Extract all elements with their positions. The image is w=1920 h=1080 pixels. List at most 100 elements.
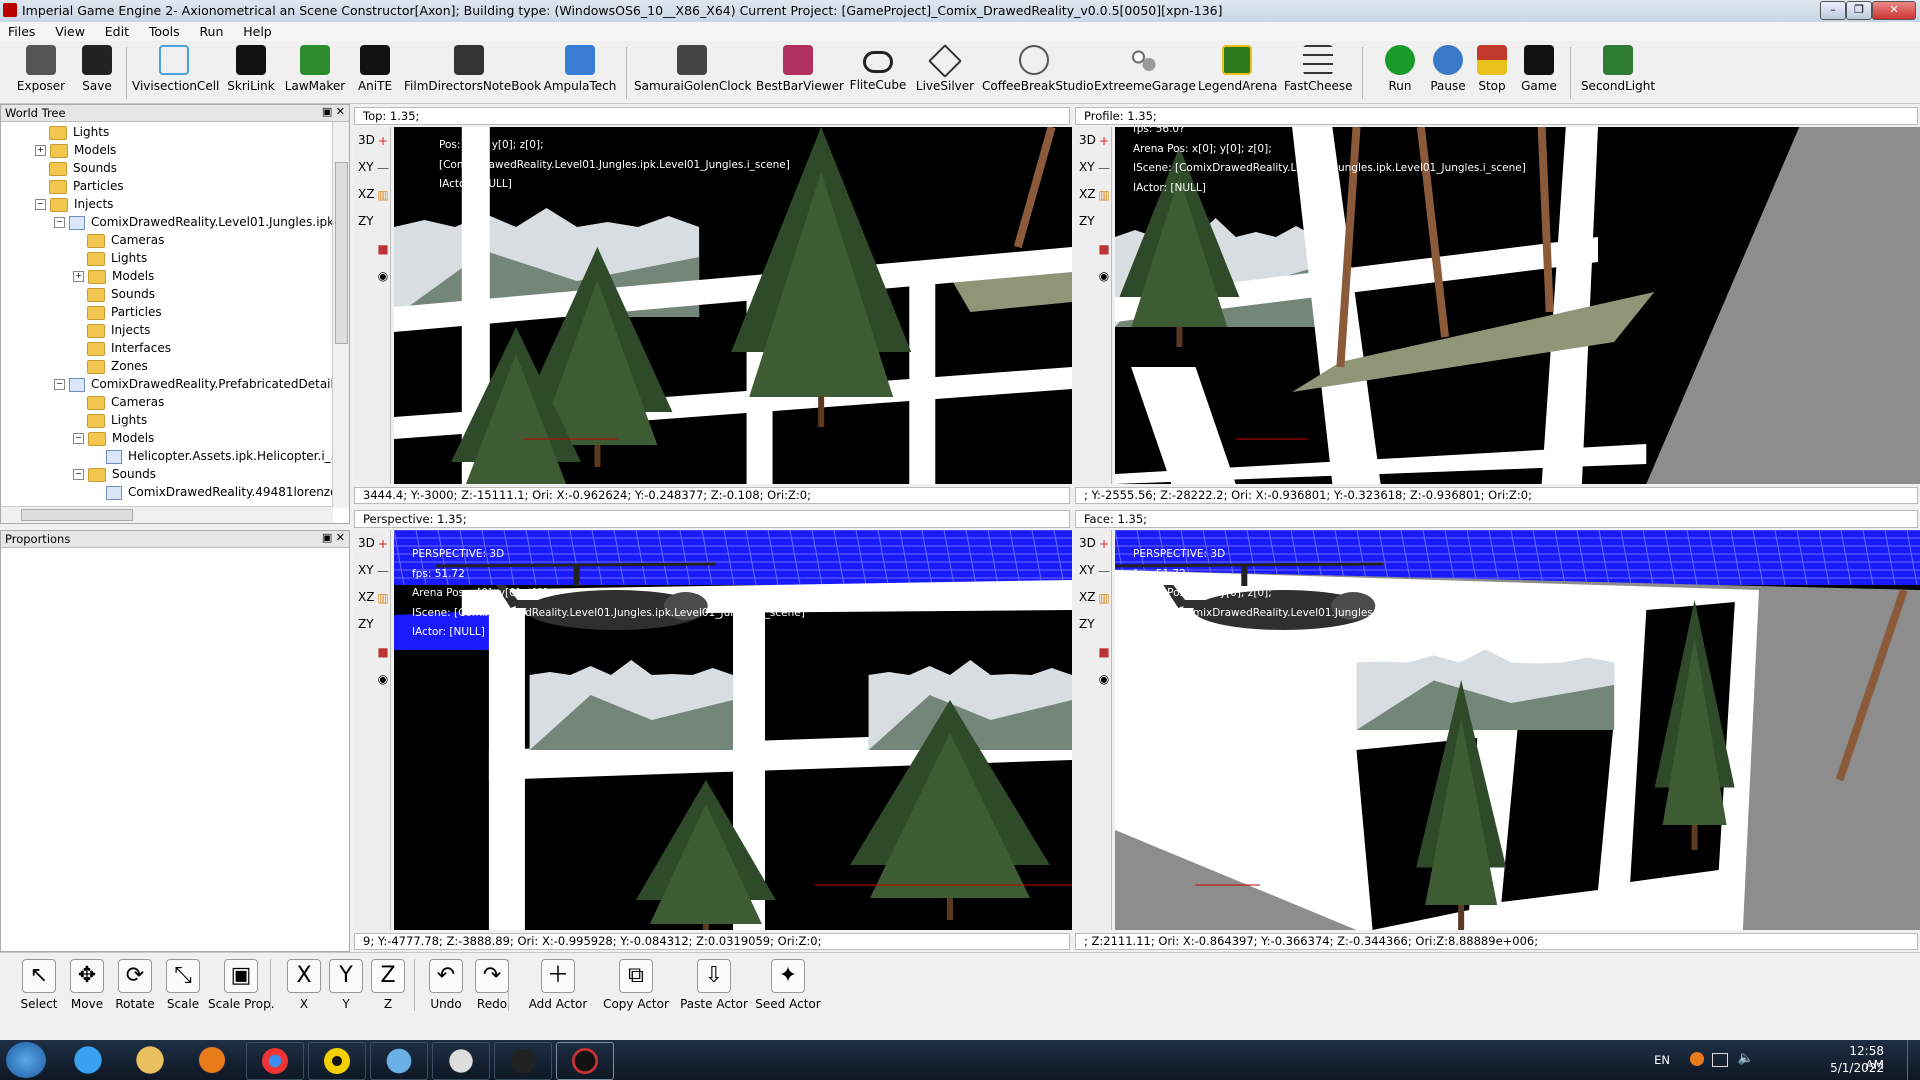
expand-icon[interactable]: +	[73, 271, 84, 282]
z-tool-button[interactable]: ZZ	[368, 959, 408, 1015]
menu-help[interactable]: Help	[235, 22, 280, 41]
view-zy-button[interactable]: ZY	[354, 611, 374, 638]
scroll-thumb[interactable]	[335, 162, 348, 344]
tree-node[interactable]: Particles	[49, 178, 124, 195]
seed-actor-tool-button[interactable]: ✦ Seed Actor	[752, 959, 824, 1015]
view-3d-button[interactable]: 3D	[1075, 530, 1096, 557]
delete-icon[interactable]: ▥	[376, 183, 390, 207]
taskbar-computer-icon[interactable]	[370, 1042, 428, 1080]
filmdirectorsnotebook-button[interactable]: FilmDirectorsNoteBook	[404, 45, 541, 103]
tree-node[interactable]: − ComixDrawedReality.Level01.Jungles.ipk.…	[54, 214, 333, 231]
save-button[interactable]: Save	[72, 45, 122, 103]
taskbar-console-icon[interactable]	[494, 1042, 552, 1080]
ampulatech-button[interactable]: AmpulaTech	[542, 45, 618, 103]
scale-prop-tool-button[interactable]: ▣ Scale Prop.	[208, 959, 275, 1015]
rotate-tool-button[interactable]: ⟳ Rotate	[112, 959, 158, 1015]
menu-files[interactable]: Files	[0, 22, 43, 41]
secondlight-button[interactable]: SecondLight	[1576, 45, 1660, 103]
menu-edit[interactable]: Edit	[97, 22, 137, 41]
scroll-thumb[interactable]	[21, 509, 133, 521]
viewport-scene[interactable]: Pos: x[0]; y[0]; z[0]; [ComixDrawedRealit…	[394, 127, 1072, 484]
anite-button[interactable]: AniTE	[352, 45, 398, 103]
copy-actor-tool-button[interactable]: ⧉ Copy Actor	[598, 959, 674, 1015]
menu-run[interactable]: Run	[191, 22, 231, 41]
view-xy-button[interactable]: XY	[1075, 154, 1095, 181]
tree-node[interactable]: − Sounds	[73, 466, 156, 483]
pause-button[interactable]: Pause	[1424, 45, 1472, 103]
view-zy-button[interactable]: ZY	[1075, 208, 1095, 235]
view-xz-button[interactable]: XZ	[354, 181, 374, 208]
viewport-scene[interactable]: fps: 56.0? Arena Pos: x[0]; y[0]; z[0]; IS…	[1115, 127, 1920, 484]
remove-icon[interactable]: —	[376, 156, 390, 180]
view-xz-button[interactable]: XZ	[1075, 584, 1095, 611]
move-tool-button[interactable]: ✥ Move	[64, 959, 110, 1015]
add-icon[interactable]: +	[1097, 532, 1111, 556]
record-icon[interactable]: ■	[1097, 640, 1111, 664]
menu-view[interactable]: View	[47, 22, 93, 41]
samuraigolenclock-button[interactable]: SamuraiGolenClock	[634, 45, 751, 103]
close-panel-button[interactable]: ✕	[336, 531, 345, 544]
collapse-icon[interactable]: −	[54, 217, 65, 228]
bestbarviewer-button[interactable]: BestBarViewer	[756, 45, 844, 103]
tree-node[interactable]: Injects	[87, 322, 150, 339]
delete-icon[interactable]: ▥	[376, 586, 390, 610]
taskbar-editor-icon[interactable]	[432, 1042, 490, 1080]
float-panel-button[interactable]: ▣	[322, 105, 332, 118]
start-button[interactable]	[6, 1042, 46, 1078]
tree-node[interactable]: Lights	[87, 412, 147, 429]
eye-icon[interactable]: ◉	[376, 264, 390, 288]
view-xy-button[interactable]: XY	[354, 154, 374, 181]
add-icon[interactable]: +	[1097, 129, 1111, 153]
run-button[interactable]: Run	[1376, 45, 1424, 103]
viewport-scene[interactable]: PERSPECTIVE: 3D fps: 51.72 Arena Pos: x[0]…	[1115, 530, 1920, 930]
minimize-button[interactable]: –	[1820, 1, 1846, 20]
tree-node[interactable]: Interfaces	[87, 340, 171, 357]
record-icon[interactable]: ■	[1097, 237, 1111, 261]
tree-node[interactable]: − Injects	[35, 196, 113, 213]
view-3d-button[interactable]: 3D	[354, 530, 375, 557]
vivisectioncell-button[interactable]: VivisectionCell	[132, 45, 219, 103]
volume-icon[interactable]: 🔈	[1738, 1051, 1754, 1066]
taskbar-chrome-icon[interactable]	[246, 1042, 304, 1080]
close-panel-button[interactable]: ✕	[336, 105, 345, 118]
collapse-icon[interactable]: −	[35, 199, 46, 210]
tree-node[interactable]: Lights	[87, 250, 147, 267]
game-button[interactable]: Game	[1514, 45, 1564, 103]
tree-node[interactable]: Particles	[87, 304, 162, 321]
remove-icon[interactable]: —	[1097, 156, 1111, 180]
eye-icon[interactable]: ◉	[1097, 667, 1111, 691]
viewport-scene[interactable]: PERSPECTIVE: 3D fps: 51.72 Arena Pos: x[0]…	[394, 530, 1072, 930]
x-tool-button[interactable]: XX	[284, 959, 324, 1015]
tree-node[interactable]: ComixDrawedReality.49481lorenzos	[106, 484, 333, 501]
tree-node[interactable]: Zones	[87, 358, 148, 375]
view-zy-button[interactable]: ZY	[1075, 611, 1095, 638]
close-button[interactable]: ✕	[1872, 1, 1916, 20]
legendarena-button[interactable]: LegendArena	[1198, 45, 1277, 103]
taskbar-radiation-icon[interactable]	[308, 1042, 366, 1080]
add-icon[interactable]: +	[376, 129, 390, 153]
undo-tool-button[interactable]: ↶ Undo	[424, 959, 468, 1015]
tree-node[interactable]: Cameras	[87, 232, 164, 249]
network-icon[interactable]	[1712, 1053, 1728, 1067]
delete-icon[interactable]: ▥	[1097, 586, 1111, 610]
taskbar-media-icon[interactable]	[184, 1042, 240, 1078]
remove-icon[interactable]: —	[376, 559, 390, 583]
view-3d-button[interactable]: 3D	[1075, 127, 1096, 154]
tree-node[interactable]: + Models	[35, 142, 116, 159]
taskbar-engine-icon[interactable]	[556, 1042, 614, 1080]
extreemegarage-button[interactable]: ExtreemeGarage	[1094, 45, 1196, 103]
fastcheese-button[interactable]: FastCheese	[1284, 45, 1353, 103]
menu-tools[interactable]: Tools	[141, 22, 188, 41]
taskbar-explorer-icon[interactable]	[122, 1042, 178, 1078]
y-tool-button[interactable]: YY	[326, 959, 366, 1015]
tree-node[interactable]: − Models	[73, 430, 154, 447]
exposer-button[interactable]: Exposer	[14, 45, 68, 103]
tree-node[interactable]: Cameras	[87, 394, 164, 411]
warning-icon[interactable]	[1690, 1052, 1704, 1066]
skrilink-button[interactable]: SkriLink	[222, 45, 280, 103]
paste-actor-tool-button[interactable]: ⇩ Paste Actor	[676, 959, 752, 1015]
show-desktop-button[interactable]	[1907, 1040, 1920, 1080]
record-icon[interactable]: ■	[376, 640, 390, 664]
select-tool-button[interactable]: ↖ Select	[16, 959, 62, 1015]
collapse-icon[interactable]: −	[73, 433, 84, 444]
